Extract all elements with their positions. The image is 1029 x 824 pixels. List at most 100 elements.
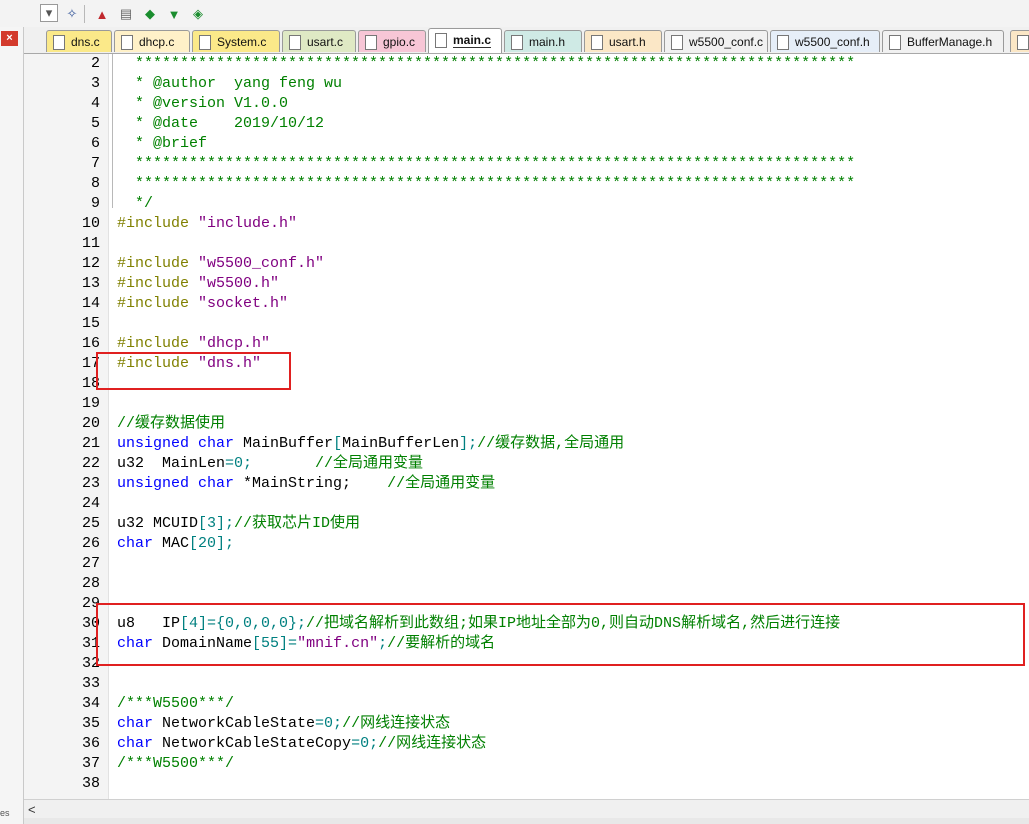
code-line[interactable]: 5 * @date 2019/10/12 <box>24 114 1029 134</box>
code-line[interactable]: 30 u8 IP[4]={0,0,0,0};//把域名解析到此数组;如果IP地址全… <box>24 614 1029 634</box>
code-line[interactable]: 21 unsigned char MainBuffer[MainBufferLen… <box>24 434 1029 454</box>
file-icon <box>1017 35 1029 50</box>
stack-icon[interactable]: ▤ <box>116 4 136 24</box>
tab-w5500-conf-h[interactable]: w5500_conf.h <box>770 30 880 52</box>
code-line[interactable]: 18 <box>24 374 1029 394</box>
code-token: //缓存数据使用 <box>117 415 226 432</box>
code-line[interactable]: 24 <box>24 494 1029 514</box>
tab-w5500-conf-c[interactable]: w5500_conf.c <box>664 30 768 52</box>
code-line[interactable]: 8 **************************************… <box>24 174 1029 194</box>
code-line[interactable]: 20 //缓存数据使用 <box>24 414 1029 434</box>
code-line[interactable]: 13 #include "w5500.h" <box>24 274 1029 294</box>
code-line[interactable]: 25 u32 MCUID[3];//获取芯片ID使用 <box>24 514 1029 534</box>
tab-buffermanage-h[interactable]: BufferManage.h <box>882 30 1004 52</box>
tab-label: w5500_conf.h <box>795 35 870 49</box>
code-line[interactable]: 16 #include "dhcp.h" <box>24 334 1029 354</box>
file-icon <box>777 35 789 50</box>
code-line[interactable]: 17 #include "dns.h" <box>24 354 1029 374</box>
code-line[interactable]: 19 <box>24 394 1029 414</box>
code-line[interactable]: 36 char NetworkCableStateCopy=0;//网线连接状态 <box>24 734 1029 754</box>
file-icon <box>511 35 523 50</box>
horizontal-scrollbar[interactable]: < <box>24 799 1029 819</box>
line-number: 31 <box>81 635 100 652</box>
close-panel-icon[interactable]: × <box>1 31 18 46</box>
code-line[interactable]: 15 <box>24 314 1029 334</box>
code-line[interactable]: 2 **************************************… <box>24 54 1029 74</box>
wand-icon[interactable]: ✧ <box>62 4 82 24</box>
code-token: MainBufferLen <box>342 435 460 452</box>
dropdown-toggle-button[interactable]: ▾ <box>40 4 58 22</box>
code-line[interactable]: 11 <box>24 234 1029 254</box>
tab-main-c[interactable]: main.c <box>428 28 502 53</box>
file-icon <box>591 35 603 50</box>
code-line[interactable]: 32 <box>24 654 1029 674</box>
line-number: 25 <box>81 515 100 532</box>
code-line[interactable]: 4 * @version V1.0.0 <box>24 94 1029 114</box>
code-line[interactable]: 12 #include "w5500_conf.h" <box>24 254 1029 274</box>
code-text: #include "dhcp.h" <box>117 334 270 354</box>
line-number: 19 <box>81 395 100 412</box>
code-line[interactable]: 6 * @brief <box>24 134 1029 154</box>
code-token: "include.h" <box>198 215 298 232</box>
file-icon <box>199 35 211 50</box>
code-line[interactable]: 28 <box>24 574 1029 594</box>
code-text: u8 IP[4]={0,0,0,0};//把域名解析到此数组;如果IP地址全部为… <box>117 614 840 634</box>
code-text: char MAC[20]; <box>117 534 234 554</box>
code-token: #include <box>117 355 199 372</box>
code-line[interactable]: 10 #include "include.h" <box>24 214 1029 234</box>
code-token: //全局通用变量 <box>351 475 496 492</box>
toolbar: ▾ ✧ ▲ ▤ ◆ ▼ ◈ <box>0 0 1029 28</box>
editor-tab-bar: dns.c dhcp.c System.c usart.c gpio.c main.c ma… <box>24 27 1029 54</box>
scroll-left-arrow-icon[interactable]: < <box>28 802 36 817</box>
tab-label: usart.h <box>609 35 646 49</box>
tab-dhcp-c[interactable]: dhcp.c <box>114 30 190 52</box>
code-line[interactable]: 29 <box>24 594 1029 614</box>
code-line[interactable]: 7 **************************************… <box>24 154 1029 174</box>
code-line[interactable]: 23 unsigned char *MainString; //全局通用变量 <box>24 474 1029 494</box>
tab-usart-c[interactable]: usart.c <box>282 30 356 52</box>
file-icon <box>121 35 133 50</box>
line-number: 3 <box>90 75 100 92</box>
code-line[interactable]: 35 char NetworkCableState=0;//网线连接状态 <box>24 714 1029 734</box>
code-token: //全局通用变量 <box>252 455 424 472</box>
code-token: ****************************************… <box>117 155 856 172</box>
code-token: "socket.h" <box>198 295 289 312</box>
code-token: NetworkCableState <box>153 715 316 732</box>
code-line[interactable]: 22 u32 MainLen=0; //全局通用变量 <box>24 454 1029 474</box>
build-icon[interactable]: ▲ <box>92 4 112 24</box>
tab-system-c[interactable]: System.c <box>192 30 280 52</box>
tab-dns-c[interactable]: dns.c <box>46 30 112 52</box>
code-line[interactable]: 33 <box>24 674 1029 694</box>
code-token: u32 MainLen <box>117 455 226 472</box>
code-line[interactable]: 34 /***W5500***/ <box>24 694 1029 714</box>
download-icon[interactable]: ▼ <box>164 4 184 24</box>
code-line[interactable]: 14 #include "socket.h" <box>24 294 1029 314</box>
file-icon <box>365 35 377 50</box>
tab-main-h[interactable]: main.h <box>504 30 582 52</box>
code-line[interactable]: 27 <box>24 554 1029 574</box>
load-icon[interactable]: ◈ <box>188 4 208 24</box>
tab-overflow[interactable] <box>1010 30 1029 52</box>
code-line[interactable]: 9 */ <box>24 194 1029 214</box>
code-line[interactable]: 38 <box>24 774 1029 794</box>
code-line[interactable]: 3 * @author yang feng wu <box>24 74 1029 94</box>
tab-gpio-c[interactable]: gpio.c <box>358 30 426 52</box>
code-token: "dhcp.h" <box>198 335 271 352</box>
code-token: unsigned char <box>117 435 235 452</box>
code-token: //网线连接状态 <box>342 715 451 732</box>
tab-usart-h[interactable]: usart.h <box>584 30 662 52</box>
code-line[interactable]: 37 /***W5500***/ <box>24 754 1029 774</box>
line-number: 28 <box>81 575 100 592</box>
code-text: u32 MCUID[3];//获取芯片ID使用 <box>117 514 360 534</box>
toolbar-separator <box>84 5 85 23</box>
code-token: * @version V1.0.0 <box>117 95 289 112</box>
line-number: 9 <box>90 195 100 212</box>
code-line[interactable]: 26 char MAC[20]; <box>24 534 1029 554</box>
code-text: * @date 2019/10/12 <box>117 114 324 134</box>
diamond-icon[interactable]: ◆ <box>140 4 160 24</box>
code-editor[interactable]: 2 **************************************… <box>24 54 1029 799</box>
code-line[interactable]: 31 char DomainName[55]="mnif.cn";//要解析的域名 <box>24 634 1029 654</box>
file-icon <box>889 35 901 50</box>
line-number: 21 <box>81 435 100 452</box>
code-text: * @version V1.0.0 <box>117 94 288 114</box>
